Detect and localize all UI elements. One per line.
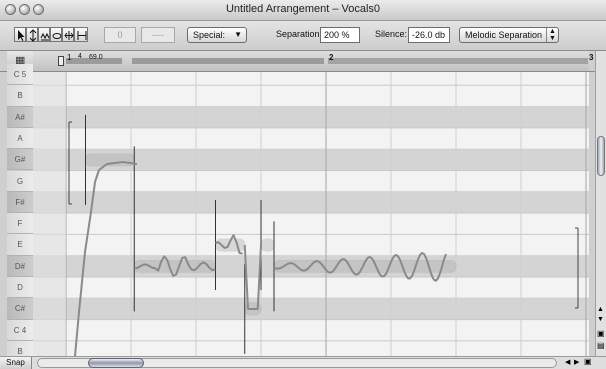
scroll-right-icon[interactable]: ▶ bbox=[574, 358, 579, 366]
time-tool-button[interactable] bbox=[62, 27, 74, 42]
key-d[interactable]: D bbox=[7, 277, 33, 299]
bar-marker-1: 1 bbox=[67, 53, 72, 62]
zoom-out-icon[interactable]: ▤ bbox=[597, 341, 605, 350]
silence-label: Silence: bbox=[375, 29, 408, 39]
ruler-region bbox=[132, 58, 324, 64]
separation-field[interactable]: 200 % bbox=[320, 27, 360, 43]
key-f[interactable]: F bbox=[7, 213, 33, 235]
key-a-sharp[interactable]: A# bbox=[7, 106, 33, 128]
key-c-sharp[interactable]: C# bbox=[7, 298, 33, 320]
toolbar: 0 ---- Special: ▼ Separation: 200 % Sile… bbox=[0, 21, 606, 51]
note-blob bbox=[260, 238, 275, 252]
key-c4[interactable]: C 4 bbox=[7, 319, 33, 341]
formant-tool-button[interactable] bbox=[38, 27, 50, 42]
value-field: 0 bbox=[104, 27, 136, 43]
vertical-scrollbar[interactable]: ▲ ▼ ▣ ▤ bbox=[595, 51, 606, 356]
vertical-scroll-thumb[interactable] bbox=[597, 136, 605, 176]
scroll-down-icon[interactable]: ▼ bbox=[597, 316, 604, 323]
pre-roll-region bbox=[33, 72, 66, 356]
grid-row-black bbox=[33, 191, 589, 214]
bar-marker-2: 2 bbox=[329, 53, 334, 62]
key-g[interactable]: G bbox=[7, 170, 33, 192]
silence-field[interactable]: -26.0 db bbox=[408, 27, 450, 43]
timeline-ruler[interactable]: ▦ 1 4 69.0 2 3 bbox=[0, 51, 606, 72]
key-f-sharp[interactable]: F# bbox=[7, 191, 33, 214]
separation-label: Separation: bbox=[276, 29, 323, 39]
special-popup[interactable]: Special: ▼ bbox=[187, 27, 247, 43]
snap-button[interactable]: Snap bbox=[0, 357, 32, 369]
arrow-tool-button[interactable] bbox=[14, 27, 26, 42]
separation-mode-popup[interactable]: Melodic Separation ▲ ▼ bbox=[459, 27, 559, 43]
chevron-down-icon: ▼ bbox=[234, 30, 242, 39]
tempo-value: 69.0 bbox=[89, 54, 103, 61]
note-field: ---- bbox=[141, 27, 175, 43]
bar-marker-3: 3 bbox=[589, 53, 594, 62]
horizontal-scroll-thumb[interactable] bbox=[88, 358, 144, 368]
special-popup-label: Special: bbox=[193, 30, 226, 40]
cycle-icon[interactable] bbox=[58, 56, 64, 66]
zoom-horizontal-icon[interactable]: ▣ bbox=[584, 357, 592, 366]
zoom-in-icon[interactable]: ▣ bbox=[597, 329, 605, 338]
pitch-tool-button[interactable] bbox=[26, 27, 38, 42]
note-editor-canvas[interactable] bbox=[33, 72, 589, 356]
app-window: Untitled Arrangement – Vocals0 0 ---- Sp… bbox=[0, 0, 606, 369]
amplitude-tool-button[interactable] bbox=[50, 27, 62, 42]
key-d-sharp[interactable]: D# bbox=[7, 255, 33, 277]
note-editor[interactable] bbox=[33, 72, 589, 356]
scroll-left-icon[interactable]: ◀ bbox=[565, 358, 570, 366]
key-c5[interactable]: C 5 bbox=[7, 64, 33, 86]
separation-mode-label: Melodic Separation bbox=[465, 30, 543, 40]
grid-row-black bbox=[33, 298, 589, 320]
ruler-region bbox=[328, 58, 588, 64]
key-e[interactable]: E bbox=[7, 234, 33, 256]
key-b[interactable]: B bbox=[7, 85, 33, 107]
stepper-arrows-icon: ▲ ▼ bbox=[546, 28, 558, 42]
piano-keyboard[interactable]: C 5 B A# A G# G F# F E D# D C# C 4B bbox=[7, 64, 33, 363]
tempo-readout: 4 bbox=[78, 53, 82, 60]
scroll-up-icon[interactable]: ▲ bbox=[597, 306, 604, 313]
key-a[interactable]: A bbox=[7, 127, 33, 150]
horizontal-scrollbar[interactable]: Snap ◀ ▶ ▣ bbox=[0, 356, 606, 369]
title-bar: Untitled Arrangement – Vocals0 bbox=[0, 0, 606, 21]
separation-tool-button[interactable] bbox=[74, 27, 88, 42]
key-g-sharp[interactable]: G# bbox=[7, 149, 33, 171]
window-title: Untitled Arrangement – Vocals0 bbox=[225, 3, 381, 15]
grid-row-black bbox=[33, 106, 589, 128]
